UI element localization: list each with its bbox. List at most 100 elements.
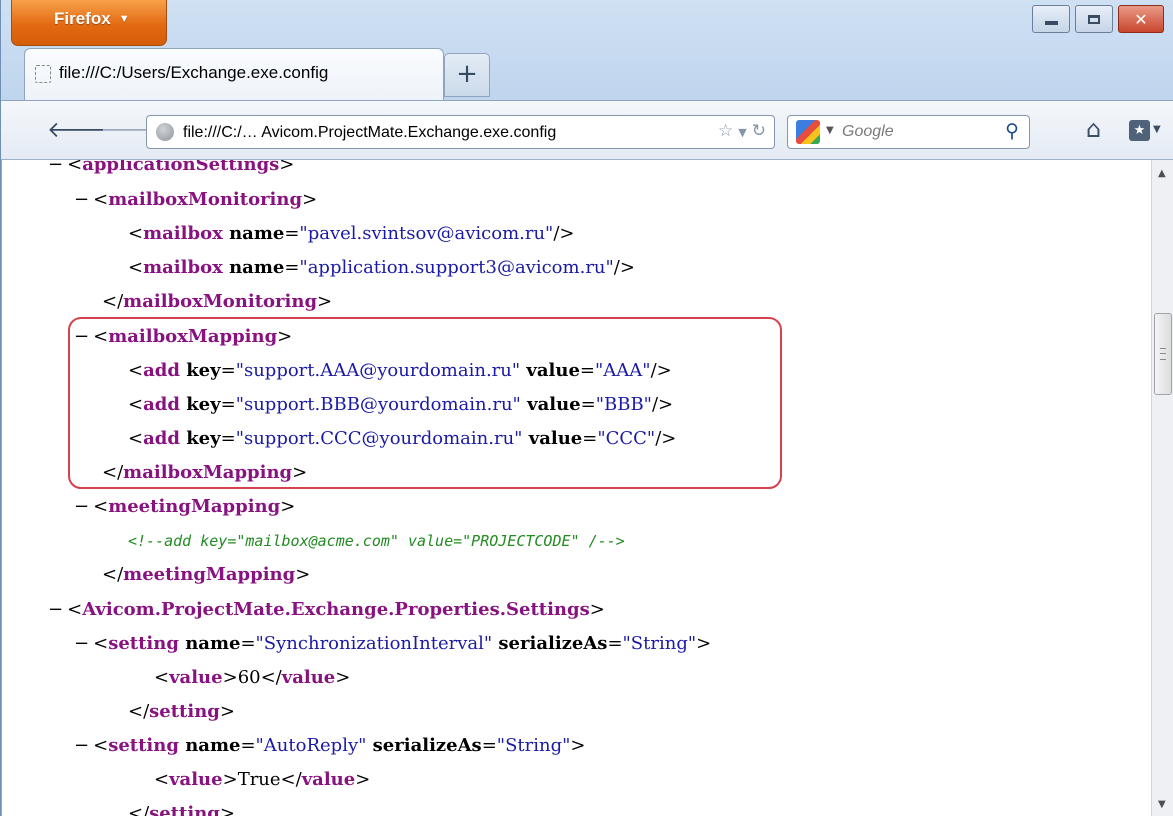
tag-name: setting: [149, 803, 220, 816]
bracket: >: [222, 667, 238, 688]
tab-bar: file:///C:/Users/Exchange.exe.config +: [1, 48, 1173, 100]
tag-name: value: [301, 769, 356, 790]
tag-name: value: [281, 667, 336, 688]
xml-line-add: <add key="support.AAA@yourdomain.ru" val…: [128, 360, 672, 382]
maximize-button[interactable]: [1075, 5, 1113, 33]
attribute-name: name: [222, 257, 285, 278]
bracket: />: [655, 428, 677, 449]
attribute-name: value: [520, 394, 581, 415]
bracket: <: [67, 599, 83, 620]
bracket: <: [128, 360, 144, 381]
bracket: >: [570, 735, 586, 756]
page-content: − <applicationSettings> − <mailboxMonitorin…: [1, 160, 1151, 816]
bracket: </: [102, 564, 124, 585]
new-tab-button[interactable]: +: [444, 53, 490, 97]
collapse-toggle-icon[interactable]: −: [74, 496, 89, 517]
scrollbar-thumb[interactable]: [1154, 313, 1172, 395]
bracket: <: [93, 633, 109, 654]
minimize-button[interactable]: [1032, 5, 1070, 33]
vertical-scrollbar[interactable]: ▲ ▼: [1151, 160, 1173, 816]
tag-name: meetingMapping: [123, 564, 296, 585]
xml-line-setting: − <setting name="SynchronizationInterval"…: [74, 633, 711, 655]
bracket: >: [335, 667, 351, 688]
bracket: />: [651, 394, 674, 415]
scroll-down-arrow-icon[interactable]: ▼: [1158, 799, 1166, 810]
equals: =: [240, 735, 256, 756]
xml-line-add: <add key="support.BBB@yourdomain.ru" val…: [128, 394, 673, 416]
bracket: </: [102, 291, 124, 312]
bracket: >: [280, 496, 296, 517]
search-icon[interactable]: ⚲: [1005, 120, 1019, 142]
reload-icon[interactable]: ↻: [752, 121, 766, 141]
home-icon[interactable]: ⌂: [1086, 115, 1101, 143]
equals: =: [240, 633, 256, 654]
bracket: >: [355, 769, 371, 790]
tag-name: mailbox: [143, 223, 223, 244]
attribute-name: key: [179, 394, 221, 415]
bracket: >: [222, 769, 238, 790]
xml-line-mailbox: <mailbox name="application.support3@avic…: [128, 257, 635, 279]
attribute-value: "support.BBB@yourdomain.ru": [235, 394, 521, 415]
search-bar[interactable]: ▼ Google ⚲: [787, 115, 1030, 149]
xml-line-applicationSettings: − <applicationSettings>: [48, 160, 294, 176]
bracket: >: [292, 462, 308, 483]
collapse-toggle-icon[interactable]: −: [48, 599, 63, 620]
bookmarks-dropdown-icon[interactable]: ▼: [1153, 124, 1161, 135]
scroll-up-arrow-icon[interactable]: ▲: [1158, 168, 1166, 179]
collapse-toggle-icon[interactable]: −: [74, 633, 89, 654]
xml-line-value: <value>60</value>: [154, 667, 350, 689]
bookmarks-menu-icon[interactable]: ★: [1129, 120, 1150, 141]
text-value: 60: [237, 667, 261, 688]
bracket: />: [553, 223, 575, 244]
attribute-value: "String": [496, 735, 571, 756]
search-input[interactable]: Google: [842, 123, 894, 141]
attribute-name: key: [179, 360, 221, 381]
search-engine-icon[interactable]: [796, 120, 820, 144]
bracket: <: [67, 160, 83, 175]
firefox-menu-label: Firefox: [54, 9, 111, 28]
attribute-value: "application.support3@avicom.ru": [299, 257, 614, 278]
address-bar[interactable]: file:///C:/… Avicom.ProjectMate.Exchange…: [146, 115, 775, 149]
site-identity-icon[interactable]: [156, 123, 174, 141]
tab-active[interactable]: file:///C:/Users/Exchange.exe.config: [24, 48, 444, 100]
attribute-value: "String": [622, 633, 697, 654]
attribute-value: "BBB": [595, 394, 652, 415]
tag-name: add: [143, 428, 180, 449]
xml-line-meetingMapping-close: </meetingMapping>: [102, 564, 310, 586]
attribute-name: name: [178, 735, 241, 756]
xml-line-setting: − <setting name="AutoReply" serializeAs="…: [74, 735, 586, 757]
bookmark-star-icon[interactable]: ☆: [718, 121, 733, 141]
collapse-toggle-icon[interactable]: −: [74, 326, 89, 347]
xml-line-mailboxMonitoring: − <mailboxMonitoring>: [74, 189, 317, 211]
firefox-menu-button[interactable]: Firefox ▼: [11, 0, 167, 46]
bracket: <: [93, 189, 109, 210]
bracket: </: [280, 769, 302, 790]
tag-name: mailboxMapping: [108, 326, 278, 347]
attribute-value: "pavel.svintsov@avicom.ru": [299, 223, 554, 244]
scrollbar-grip-icon: [1160, 348, 1166, 360]
tag-name: mailbox: [143, 257, 223, 278]
history-dropdown-icon[interactable]: ▼: [738, 126, 746, 139]
bracket: />: [650, 360, 672, 381]
xml-line-add: <add key="support.CCC@yourdomain.ru" val…: [128, 428, 676, 450]
tag-name: setting: [108, 735, 179, 756]
maximize-icon: [1088, 14, 1100, 24]
equals: =: [481, 735, 497, 756]
bracket: </: [128, 803, 150, 816]
attribute-value: "support.CCC@yourdomain.ru": [235, 428, 523, 449]
close-button[interactable]: ✕: [1118, 5, 1164, 33]
tag-name: value: [169, 667, 223, 688]
bracket: <: [93, 326, 109, 347]
collapse-toggle-icon[interactable]: −: [74, 189, 89, 210]
equals: =: [220, 428, 236, 449]
tab-title: file:///C:/Users/Exchange.exe.config: [59, 63, 329, 82]
back-button[interactable]: 🡐: [47, 120, 106, 142]
bracket: <: [93, 496, 109, 517]
search-engine-dropdown-icon[interactable]: ▼: [826, 125, 834, 136]
collapse-toggle-icon[interactable]: −: [48, 160, 63, 175]
collapse-toggle-icon[interactable]: −: [74, 735, 89, 756]
attribute-value: "support.AAA@yourdomain.ru": [235, 360, 521, 381]
attribute-value: "AutoReply": [255, 735, 367, 756]
attribute-name: value: [520, 360, 580, 381]
xml-comment: <!--add key="mailbox@acme.com" value="PR…: [128, 532, 625, 550]
